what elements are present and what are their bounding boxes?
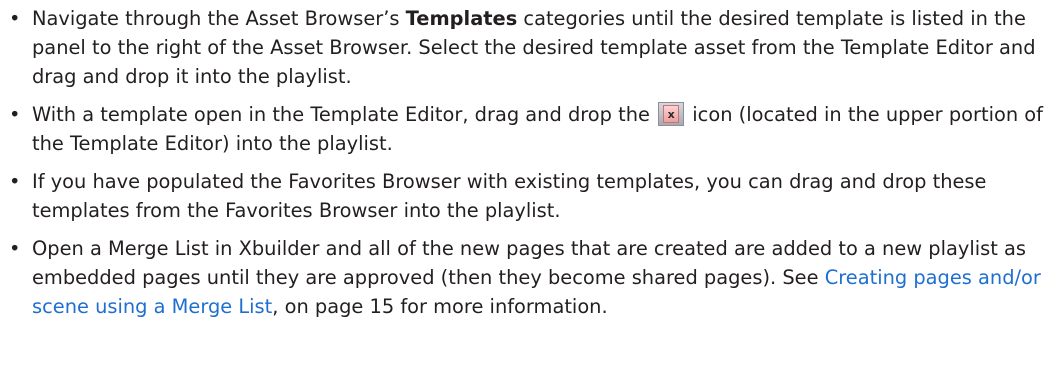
bullet-2-text: With a template open in the Template Edi… <box>32 103 657 126</box>
bullet-dot: • <box>9 103 21 126</box>
list-item: • Navigate through the Asset Browser’s Te… <box>0 4 1049 91</box>
list-item: • With a template open in the Template Ed… <box>0 100 1049 158</box>
bullet-1-bold-term: Templates <box>405 7 518 30</box>
list-item: • If you have populated the Favorites Bro… <box>0 167 1049 225</box>
list-item: • Open a Merge List in Xbuilder and all o… <box>0 234 1049 321</box>
template-drag-icon-glyph: x <box>663 105 680 123</box>
bullet-list: • Navigate through the Asset Browser’s Te… <box>0 4 1049 330</box>
bullet-dot: • <box>9 7 21 30</box>
bullet-4-text-rest: , on page 15 for more information. <box>272 295 608 318</box>
template-drag-icon: x <box>658 102 685 126</box>
bullet-dot: • <box>9 170 21 193</box>
document-page: • Navigate through the Asset Browser’s Te… <box>0 0 1049 390</box>
bullet-dot: • <box>9 237 21 260</box>
bullet-3-text: If you have populated the Favorites Brow… <box>32 170 987 222</box>
bullet-1-text: Navigate through the Asset Browser’s <box>32 7 406 30</box>
